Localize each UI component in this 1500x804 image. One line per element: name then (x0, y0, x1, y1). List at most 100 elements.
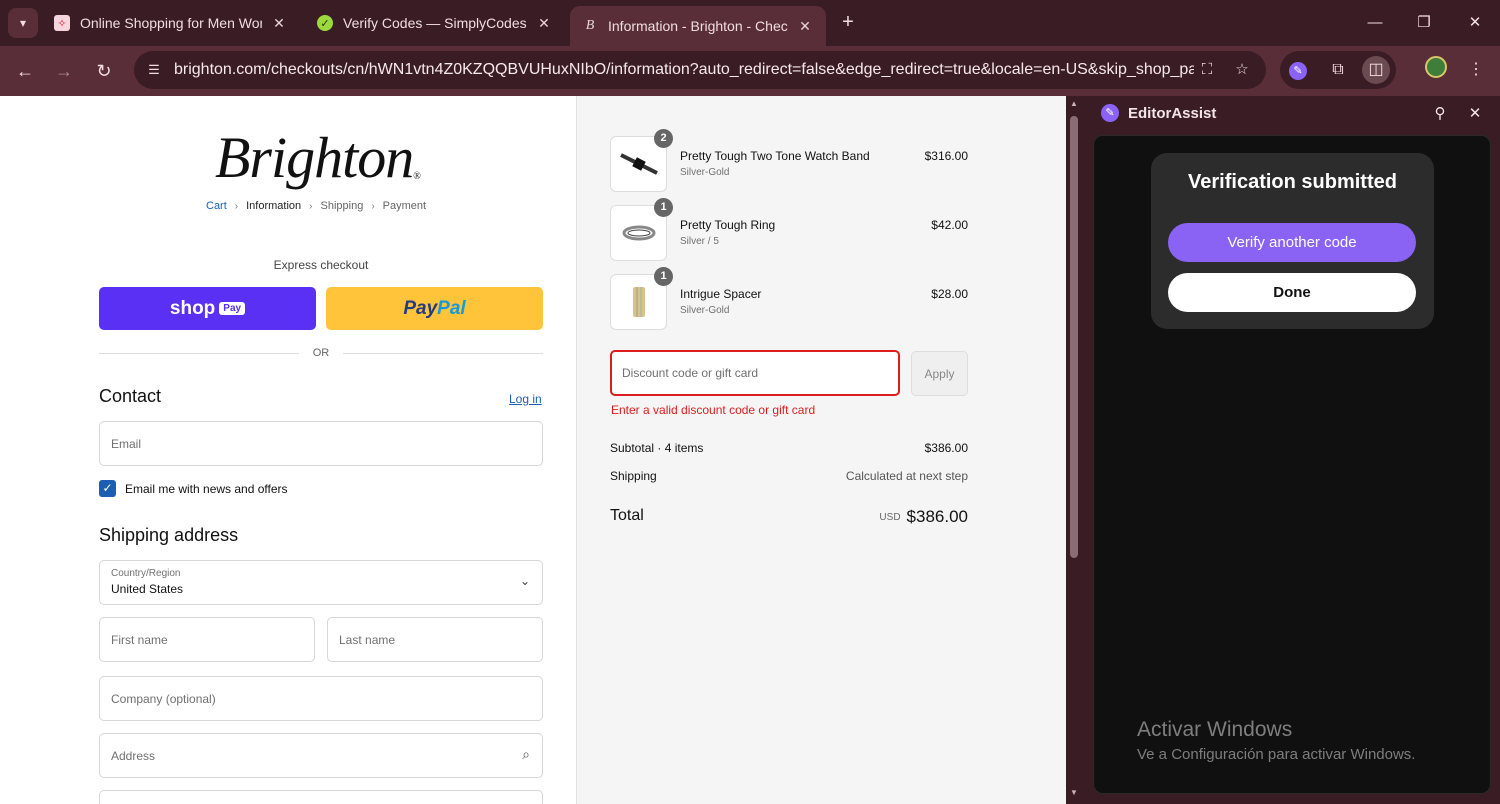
email-field[interactable]: Email (99, 421, 543, 466)
product-name: Pretty Tough Ring (680, 218, 776, 232)
country-select[interactable]: Country/Region United States ⌄ (99, 560, 543, 605)
close-tab-icon[interactable]: ✕ (535, 15, 553, 32)
breadcrumb-payment: Payment (382, 200, 427, 212)
address-field[interactable]: Address ⌕ (99, 733, 543, 778)
quantity-badge: 1 (654, 198, 673, 217)
checkout-form-column: Brighton® Cart › Information › Shipping … (0, 96, 577, 804)
tab-strip: ▾ ✧ Online Shopping for Men Wom ✕ ✓ Veri… (0, 0, 1500, 46)
address-bar[interactable]: ☰ brighton.com/checkouts/cn/hWN1vtn4Z0KZ… (134, 51, 1266, 89)
browser-menu-icon[interactable]: ⋮ (1462, 56, 1490, 84)
close-window-button[interactable]: ✕ (1460, 10, 1490, 36)
express-checkout-label: Express checkout (273, 258, 369, 272)
product-price: $316.00 (924, 149, 968, 163)
login-link[interactable]: Log in (509, 392, 542, 406)
close-tab-icon[interactable]: ✕ (270, 15, 288, 32)
company-placeholder: Company (optional) (111, 692, 216, 706)
side-panel-icon[interactable]: ◫ (1362, 56, 1390, 84)
checkout-page: Brighton® Cart › Information › Shipping … (0, 96, 1066, 804)
url-text[interactable]: brighton.com/checkouts/cn/hWN1vtn4Z0KZQQ… (174, 61, 1194, 79)
brighton-logo[interactable]: Brighton® (215, 124, 421, 191)
editorassist-extension-icon[interactable]: ✎ (1284, 56, 1312, 84)
contact-heading: Contact (99, 386, 162, 406)
product-price: $42.00 (931, 218, 968, 232)
subtotal-value: $386.00 (924, 441, 968, 455)
verify-another-code-button[interactable]: Verify another code (1168, 223, 1416, 262)
shop-pay-badge: Pay (219, 302, 246, 315)
last-name-field[interactable]: Last name (327, 617, 543, 662)
last-name-placeholder: Last name (339, 633, 396, 647)
extensions-puzzle-icon[interactable]: ⧉ (1324, 56, 1352, 84)
shop-pay-label: shop (169, 297, 216, 319)
next-field[interactable] (99, 790, 543, 804)
breadcrumb-cart[interactable]: Cart (206, 200, 227, 212)
divider (343, 353, 543, 354)
scrollbar-thumb[interactable] (1070, 116, 1078, 558)
subtotal-row: Subtotal · 4 items $386.00 (610, 441, 968, 455)
chevron-down-icon: ⌄ (519, 574, 530, 588)
discount-placeholder: Discount code or gift card (622, 366, 759, 380)
tab-online-shopping[interactable]: ✧ Online Shopping for Men Wom ✕ (42, 6, 300, 40)
divider (99, 353, 299, 354)
product-price: $28.00 (931, 287, 968, 301)
bookmark-star-icon[interactable]: ☆ (1231, 59, 1253, 81)
total-value: $386.00 (906, 507, 968, 526)
site-info-icon[interactable]: ☰ (144, 60, 164, 80)
shipping-row: Shipping Calculated at next step (610, 469, 968, 483)
paypal-button[interactable]: Pay Pal (326, 287, 543, 330)
tab-search-button[interactable]: ▾ (8, 8, 38, 38)
product-name: Pretty Tough Two Tone Watch Band (680, 149, 870, 163)
tab-brighton-checkout[interactable]: B Information - Brighton - Checko ✕ (570, 6, 826, 46)
discount-code-input[interactable]: Discount code or gift card (610, 350, 900, 396)
quantity-badge: 1 (654, 267, 673, 286)
address-placeholder: Address (111, 749, 156, 763)
verification-title: Verification submitted (1188, 171, 1397, 193)
back-button[interactable]: ← (11, 57, 39, 85)
close-tab-icon[interactable]: ✕ (796, 18, 814, 35)
logo-registered-mark: ® (413, 171, 421, 182)
scroll-down-arrow-icon[interactable]: ▼ (1068, 788, 1080, 797)
pin-icon[interactable]: ⚲ (1430, 104, 1450, 124)
company-field[interactable]: Company (optional) (99, 676, 543, 721)
editorassist-logo-icon: ✎ (1101, 104, 1119, 122)
chevron-right-icon: › (371, 200, 375, 212)
product-variant: Silver / 5 (680, 236, 719, 247)
total-amount: USD $386.00 (879, 507, 968, 527)
country-value: United States (111, 582, 184, 596)
close-panel-icon[interactable]: ✕ (1465, 104, 1485, 124)
apply-discount-button[interactable]: Apply (911, 351, 968, 396)
restore-button[interactable]: ❐ (1409, 10, 1439, 36)
breadcrumb-shipping: Shipping (320, 200, 364, 212)
email-placeholder: Email (111, 437, 142, 451)
watch-band-image (619, 153, 658, 175)
shipping-label: Shipping (610, 469, 657, 483)
product-name: Intrigue Spacer (680, 287, 762, 301)
ring-image (622, 225, 655, 241)
side-panel-title: EditorAssist (1128, 105, 1217, 122)
scroll-up-arrow-icon[interactable]: ▲ (1068, 99, 1080, 108)
product-variant: Silver-Gold (680, 167, 730, 178)
discount-error-message: Enter a valid discount code or gift card (611, 403, 816, 417)
done-button[interactable]: Done (1168, 273, 1416, 312)
brighton-favicon-icon: B (585, 18, 595, 33)
tab-verify-codes[interactable]: ✓ Verify Codes — SimplyCodes ✕ (305, 6, 565, 40)
total-label: Total (610, 507, 644, 524)
reload-button[interactable]: ↻ (90, 57, 118, 85)
windows-activation-watermark-title: Activar Windows (1137, 718, 1293, 741)
tab-title: Information - Brighton - Checko (608, 18, 788, 34)
search-icon: ⌕ (522, 746, 530, 762)
chevron-right-icon: › (234, 200, 239, 212)
shipping-value: Calculated at next step (845, 469, 968, 483)
logo-text: Brighton (215, 125, 414, 190)
extensions-group: ✎ ⧉ ◫ (1280, 51, 1396, 89)
profile-avatar[interactable] (1422, 56, 1450, 84)
translate-icon[interactable]: ⛶ (1196, 59, 1218, 81)
news-checkbox[interactable]: ✓ (99, 480, 116, 497)
new-tab-button[interactable]: + (836, 10, 860, 34)
shop-pay-button[interactable]: shop Pay (99, 287, 316, 330)
minimize-button[interactable]: — (1360, 10, 1390, 36)
first-name-field[interactable]: First name (99, 617, 315, 662)
windows-activation-watermark-text: Ve a Configuración para activar Windows. (1137, 746, 1416, 763)
forward-button[interactable]: → (50, 57, 78, 85)
breadcrumb-information: Information (246, 200, 302, 212)
tab-title: Verify Codes — SimplyCodes (343, 15, 527, 31)
